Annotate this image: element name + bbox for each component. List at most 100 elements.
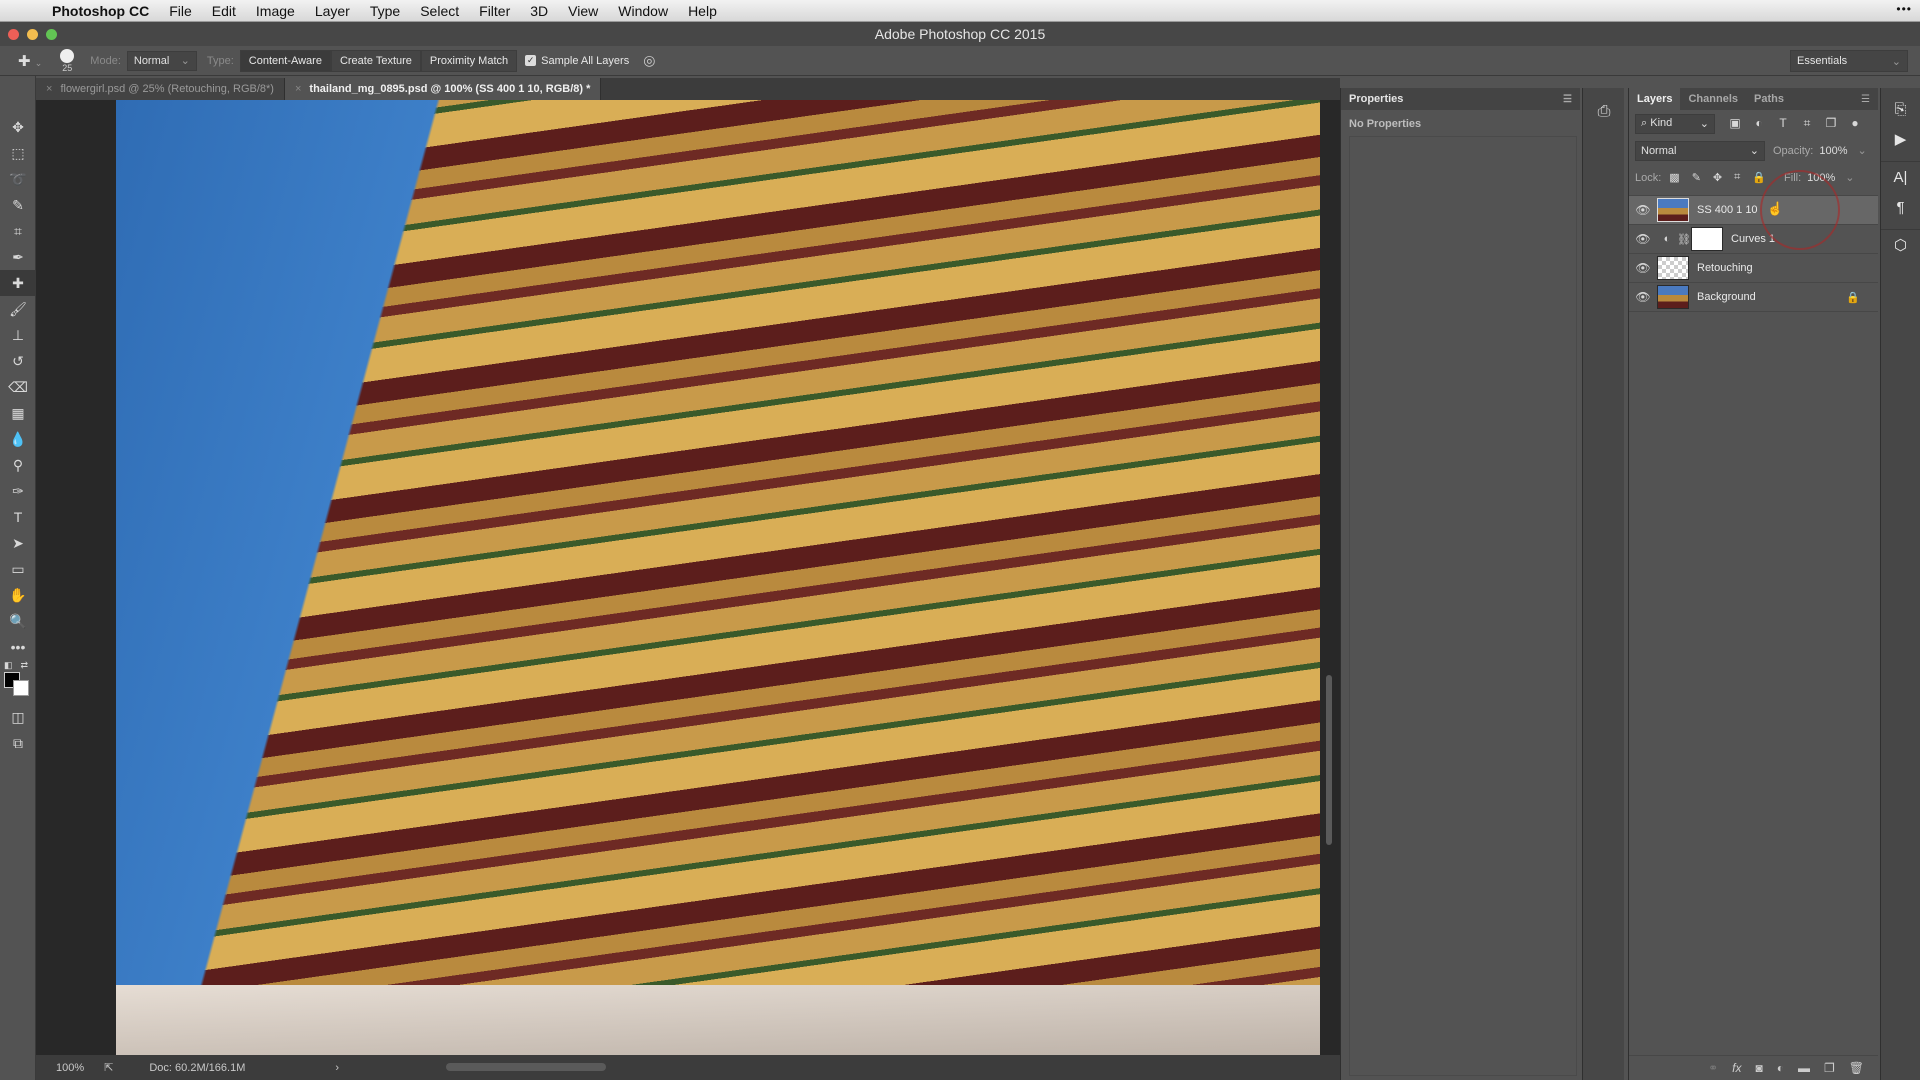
close-tab-icon[interactable]: ×	[46, 83, 52, 95]
default-colors-icon[interactable]: ◧	[4, 660, 13, 671]
filter-adjustment-icon[interactable]: ◐	[1747, 116, 1771, 130]
paragraph-icon[interactable]: ¶	[1881, 192, 1920, 222]
pen-tool[interactable]: ✑	[0, 478, 36, 504]
content-aware-button[interactable]: Content-Aware	[239, 49, 331, 72]
filter-type-icon[interactable]: T	[1771, 116, 1795, 130]
eyedropper-tool[interactable]: ✒	[0, 244, 36, 270]
filter-toggle-icon[interactable]: ●	[1843, 116, 1867, 130]
tab-paths[interactable]: Paths	[1746, 88, 1792, 110]
menubar-extras-icon[interactable]: •••	[1896, 2, 1912, 16]
actions-play-icon[interactable]: ▶	[1881, 124, 1920, 154]
properties-title[interactable]: Properties	[1349, 93, 1403, 105]
layer-mask-thumbnail[interactable]	[1691, 227, 1723, 251]
more-tools[interactable]: •••	[0, 634, 36, 660]
lock-all-icon[interactable]: 🔒	[1752, 171, 1766, 184]
proximity-match-button[interactable]: Proximity Match	[420, 49, 518, 72]
tab-channels[interactable]: Channels	[1680, 88, 1746, 110]
menu-window[interactable]: Window	[618, 3, 668, 19]
color-swatches[interactable]: ◧ ⇄	[0, 660, 36, 696]
brush-size-picker[interactable]: 25	[60, 48, 75, 73]
workspace-dropdown[interactable]: Essentials ⌄	[1790, 50, 1908, 72]
menu-image[interactable]: Image	[256, 3, 295, 19]
layer-row[interactable]: 👁 SS 400 1 10 ☝	[1629, 196, 1878, 225]
visibility-eye-icon[interactable]: 👁	[1629, 232, 1657, 246]
3d-cube-icon[interactable]: ⬡	[1881, 230, 1920, 260]
quick-selection-tool[interactable]: ✎	[0, 192, 36, 218]
screen-mode[interactable]: ⧉	[0, 730, 36, 756]
minimize-window-button[interactable]	[27, 29, 38, 40]
visibility-eye-icon[interactable]: 👁	[1629, 203, 1657, 217]
mask-link-icon[interactable]: ⛓	[1677, 233, 1691, 246]
lock-icon[interactable]: 🔒	[1846, 291, 1860, 304]
visibility-eye-icon[interactable]: 👁	[1629, 261, 1657, 275]
layer-name[interactable]: Retouching	[1697, 262, 1753, 274]
close-window-button[interactable]	[8, 29, 19, 40]
layer-name[interactable]: Background	[1697, 291, 1756, 303]
panel-menu-icon[interactable]: ☰	[1861, 94, 1870, 105]
move-tool[interactable]: ✥	[0, 114, 36, 140]
rectangle-tool[interactable]: ▭	[0, 556, 36, 582]
visibility-eye-icon[interactable]: 👁	[1629, 290, 1657, 304]
tab-thailand[interactable]: × thailand_mg_0895.psd @ 100% (SS 400 1 1…	[284, 78, 602, 100]
close-tab-icon[interactable]: ×	[295, 83, 301, 95]
blend-mode-dropdown[interactable]: Normal ⌄	[1635, 140, 1765, 161]
pressure-size-icon[interactable]: ◎	[643, 52, 655, 69]
group-folder-icon[interactable]: ▬	[1798, 1061, 1810, 1075]
create-texture-button[interactable]: Create Texture	[330, 49, 421, 72]
add-mask-icon[interactable]: ◙	[1756, 1061, 1763, 1075]
fx-icon[interactable]: fx	[1732, 1061, 1741, 1075]
marquee-tool[interactable]: ⬚	[0, 140, 36, 166]
menu-3d[interactable]: 3D	[530, 3, 548, 19]
eraser-tool[interactable]: ⌫	[0, 374, 36, 400]
lock-position-icon[interactable]: ✥	[1713, 171, 1722, 184]
layer-row[interactable]: 👁 Retouching	[1629, 254, 1878, 283]
blur-tool[interactable]: 💧	[0, 426, 36, 452]
app-menu[interactable]: Photoshop CC	[52, 3, 149, 19]
background-color[interactable]	[13, 680, 29, 696]
export-icon[interactable]: ⇱	[104, 1061, 113, 1074]
filter-smart-object-icon[interactable]: ❐	[1819, 116, 1843, 130]
adjustment-layer-icon[interactable]: ◐	[1777, 1061, 1784, 1075]
lock-image-icon[interactable]: ✎	[1692, 171, 1701, 184]
clone-source-icon[interactable]: ⎙	[1583, 94, 1625, 130]
status-menu-arrow[interactable]: ›	[335, 1062, 339, 1074]
layer-name[interactable]: SS 400 1 10	[1697, 204, 1758, 216]
link-layers-icon[interactable]: ⚭	[1708, 1061, 1718, 1075]
zoom-window-button[interactable]	[46, 29, 57, 40]
menu-edit[interactable]: Edit	[212, 3, 236, 19]
trash-icon[interactable]: 🗑	[1849, 1061, 1864, 1075]
filter-shape-icon[interactable]: ⌗	[1795, 116, 1819, 131]
lock-transparent-icon[interactable]: ▩	[1669, 171, 1679, 184]
sample-all-layers-checkbox[interactable]: ✓ Sample All Layers	[525, 55, 629, 67]
path-selection-tool[interactable]: ➤	[0, 530, 36, 556]
type-tool[interactable]: T	[0, 504, 36, 530]
swap-colors-icon[interactable]: ⇄	[20, 660, 28, 671]
menu-filter[interactable]: Filter	[479, 3, 510, 19]
tool-preset-picker[interactable]: ✚ ⌄	[18, 52, 42, 70]
opacity-value[interactable]: 100%	[1819, 145, 1847, 157]
character-icon[interactable]: A|	[1881, 162, 1920, 192]
menu-type[interactable]: Type	[370, 3, 400, 19]
menu-help[interactable]: Help	[688, 3, 717, 19]
menu-file[interactable]: File	[169, 3, 192, 19]
vertical-scrollbar[interactable]	[1326, 675, 1332, 845]
lasso-tool[interactable]: ➰	[0, 166, 36, 192]
filter-kind-dropdown[interactable]: ⌕ Kind ⌄	[1635, 113, 1715, 134]
filter-pixel-icon[interactable]: ▣	[1723, 116, 1747, 130]
zoom-level[interactable]: 100%	[56, 1062, 84, 1074]
brush-tool[interactable]: 🖌	[0, 296, 36, 322]
menu-select[interactable]: Select	[420, 3, 459, 19]
quick-mask-mode[interactable]: ◫	[0, 704, 36, 730]
history-brush-tool[interactable]: ↺	[0, 348, 36, 374]
zoom-tool[interactable]: 🔍	[0, 608, 36, 634]
dodge-tool[interactable]: ⚲	[0, 452, 36, 478]
lock-artboard-icon[interactable]: ⌗	[1734, 171, 1740, 184]
hand-tool[interactable]: ✋	[0, 582, 36, 608]
menu-layer[interactable]: Layer	[315, 3, 350, 19]
fill-slider-toggle[interactable]: ⌄	[1845, 171, 1854, 184]
panel-menu-icon[interactable]: ☰	[1563, 94, 1572, 105]
tab-layers[interactable]: Layers	[1629, 88, 1681, 110]
history-icon[interactable]: ⎘	[1881, 94, 1920, 124]
menu-view[interactable]: View	[568, 3, 598, 19]
horizontal-scrollbar[interactable]	[446, 1063, 606, 1071]
